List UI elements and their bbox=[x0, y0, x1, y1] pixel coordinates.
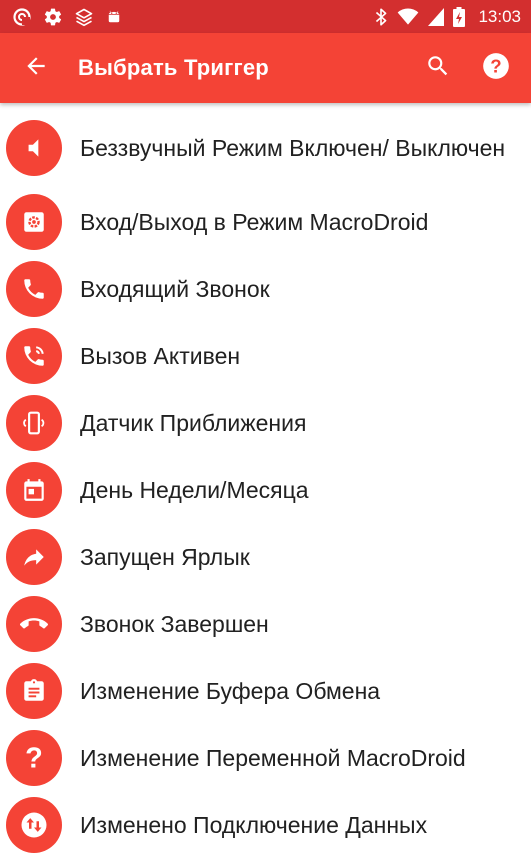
volume-icon bbox=[6, 120, 62, 176]
data-swap-icon bbox=[6, 796, 62, 853]
list-item[interactable]: Звонок Завершен bbox=[0, 590, 531, 657]
settings-icon bbox=[43, 7, 63, 27]
arrow-back-icon bbox=[23, 53, 49, 84]
list-item-label: Вход/Выход в Режим MacroDroid bbox=[80, 208, 429, 235]
list-item-label: Изменение Буфера Обмена bbox=[80, 677, 381, 704]
list-item-label: Датчик Приближения bbox=[80, 409, 307, 436]
svg-text:?: ? bbox=[25, 743, 43, 773]
question-icon: ? bbox=[6, 729, 62, 786]
phone-in-talk-icon bbox=[6, 327, 62, 384]
proximity-icon bbox=[6, 394, 62, 451]
bluetooth-icon bbox=[374, 7, 388, 27]
list-item[interactable]: Входящий Звонок bbox=[0, 255, 531, 322]
list-item[interactable]: Изменено Подключение Данных bbox=[0, 791, 531, 858]
list-item-label: Запущен Ярлык bbox=[80, 543, 250, 570]
battery-charging-icon bbox=[453, 6, 466, 27]
help-button[interactable]: ? bbox=[467, 33, 525, 103]
list-item[interactable]: Вызов Активен bbox=[0, 322, 531, 389]
list-item-label: День Недели/Месяца bbox=[80, 476, 309, 503]
call-end-icon bbox=[6, 595, 62, 652]
list-item[interactable]: Вход/Выход в Режим MacroDroid bbox=[0, 188, 531, 255]
list-item-label: Входящий Звонок bbox=[80, 275, 270, 302]
list-item[interactable]: Беззвучный Режим Включен/ Выключен bbox=[0, 108, 531, 188]
signal-icon bbox=[428, 7, 445, 26]
search-button[interactable] bbox=[409, 33, 467, 103]
calendar-icon bbox=[6, 461, 62, 518]
wifi-icon bbox=[397, 7, 419, 26]
list-item-label: Вызов Активен bbox=[80, 342, 241, 369]
list-item[interactable]: Изменение Буфера Обмена bbox=[0, 657, 531, 724]
phone-icon bbox=[6, 260, 62, 317]
list-item-label: Изменено Подключение Данных bbox=[80, 811, 428, 838]
shortcut-icon bbox=[6, 528, 62, 585]
svg-text:?: ? bbox=[490, 55, 501, 76]
help-icon: ? bbox=[482, 52, 510, 85]
clipboard-icon bbox=[6, 662, 62, 719]
search-icon bbox=[425, 53, 451, 84]
list-item[interactable]: Запущен Ярлык bbox=[0, 523, 531, 590]
list-item-label: Беззвучный Режим Включен/ Выключен bbox=[80, 135, 506, 161]
back-button[interactable] bbox=[0, 33, 72, 103]
settings-box-icon bbox=[6, 193, 62, 250]
trigger-list: Беззвучный Режим Включен/ Выключен Вход/… bbox=[0, 108, 531, 858]
status-left-icons bbox=[12, 7, 123, 27]
list-item[interactable]: ? Изменение Переменной MacroDroid bbox=[0, 724, 531, 791]
status-bar: 13:03 bbox=[0, 0, 531, 33]
status-time: 13:03 bbox=[478, 6, 521, 26]
list-item[interactable]: Датчик Приближения bbox=[0, 389, 531, 456]
list-item-label: Изменение Переменной MacroDroid bbox=[80, 744, 466, 771]
android-icon bbox=[105, 8, 123, 26]
page-title: Выбрать Триггер bbox=[78, 55, 269, 80]
list-item[interactable]: День Недели/Месяца bbox=[0, 456, 531, 523]
app-bar: Выбрать Триггер ? bbox=[0, 33, 531, 103]
list-item-label: Звонок Завершен bbox=[80, 610, 269, 637]
status-right-icons: 13:03 bbox=[374, 6, 521, 27]
macrodroid-icon bbox=[12, 7, 32, 27]
layers-icon bbox=[74, 7, 94, 27]
